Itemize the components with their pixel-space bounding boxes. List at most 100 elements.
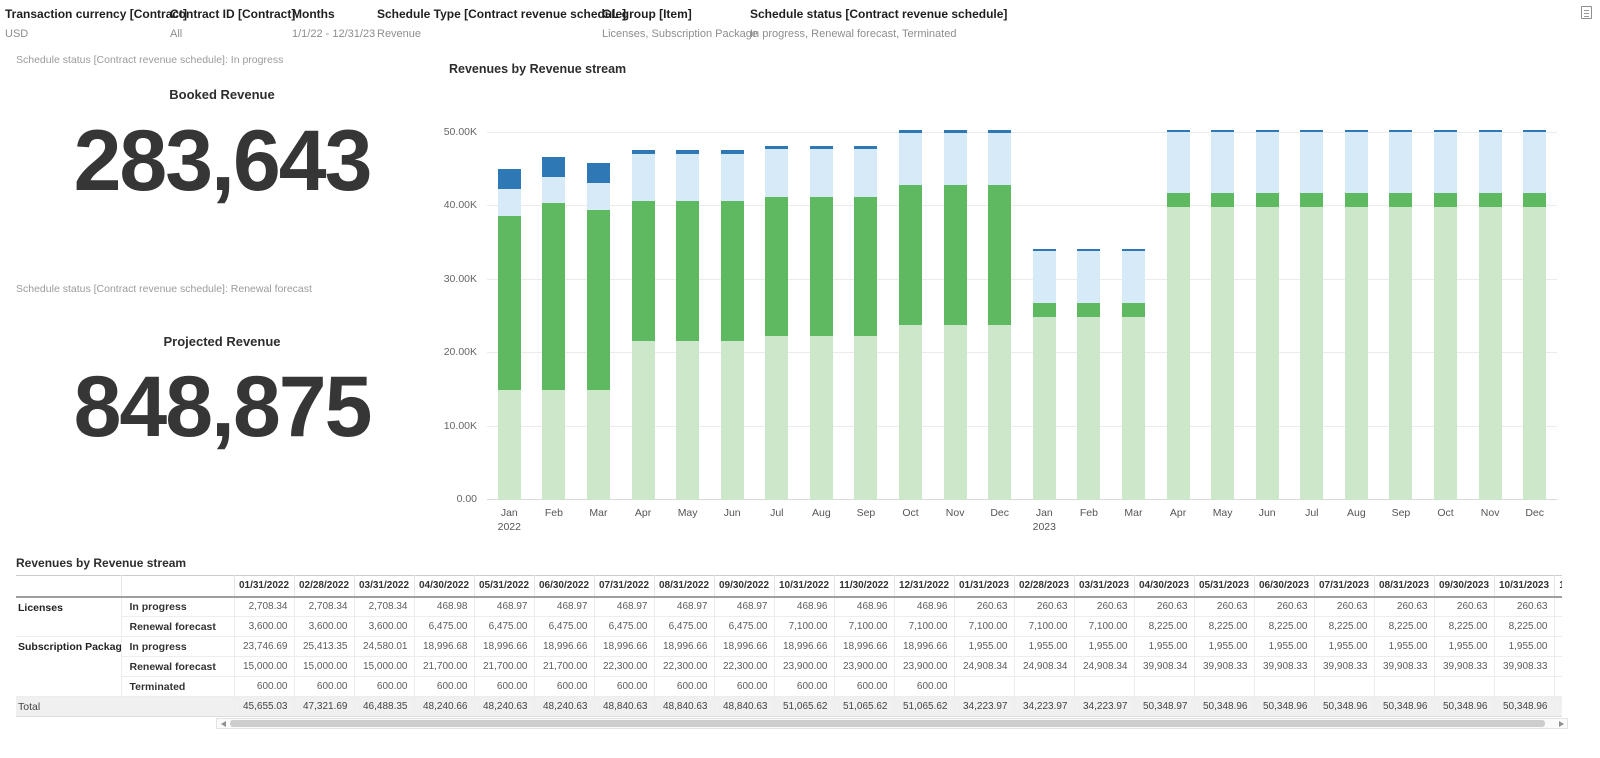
column-header[interactable]: 02/28/2022 — [294, 575, 355, 598]
bar-11-dec[interactable] — [988, 129, 1012, 500]
bar-segment[interactable] — [1032, 317, 1056, 500]
bar-segment[interactable] — [542, 203, 566, 390]
column-header[interactable]: 03/31/2023 — [1074, 575, 1135, 598]
filter-transaction-currency[interactable]: Transaction currency [Contract] USD — [5, 7, 187, 40]
bar-segment[interactable] — [988, 133, 1012, 186]
column-header[interactable]: 07/31/2023 — [1314, 575, 1375, 598]
column-header[interactable]: 05/31/2022 — [474, 575, 535, 598]
bar-segment[interactable] — [1121, 250, 1145, 303]
bar-segment[interactable] — [1032, 250, 1056, 303]
horizontal-scrollbar[interactable] — [216, 718, 1568, 729]
column-header[interactable]: 06/30/2022 — [534, 575, 595, 598]
bar-segment[interactable] — [1478, 207, 1502, 500]
bar-segment[interactable] — [1211, 207, 1235, 500]
bar-5-jun[interactable] — [720, 150, 744, 500]
bar-segment[interactable] — [1389, 132, 1413, 193]
column-header[interactable]: 03/31/2022 — [354, 575, 415, 598]
bar-segment[interactable] — [1344, 132, 1368, 193]
bar-segment[interactable] — [988, 185, 1012, 325]
column-header[interactable]: 11/30/2022 — [834, 575, 895, 598]
column-header[interactable]: 10/31/2023 — [1494, 575, 1555, 598]
bar-1-feb[interactable] — [542, 157, 566, 500]
bar-segment[interactable] — [1077, 250, 1101, 303]
bar-segment[interactable] — [720, 153, 744, 202]
column-header[interactable]: 05/31/2023 — [1194, 575, 1255, 598]
bar-segment[interactable] — [497, 169, 521, 190]
bar-21-oct[interactable] — [1434, 130, 1458, 500]
filter-gl-group[interactable]: GL group [Item] Licenses, Subscription Pa… — [602, 7, 758, 40]
bar-segment[interactable] — [1166, 192, 1190, 208]
bar-segment[interactable] — [1523, 192, 1547, 208]
bar-segment[interactable] — [1211, 132, 1235, 193]
bar-12-jan-2023[interactable] — [1032, 248, 1056, 500]
bar-segment[interactable] — [899, 324, 923, 500]
bar-segment[interactable] — [1121, 317, 1145, 500]
bar-segment[interactable] — [1032, 302, 1056, 318]
bar-segment[interactable] — [1523, 132, 1547, 193]
bar-15-apr[interactable] — [1166, 130, 1190, 500]
bar-segment[interactable] — [1255, 192, 1279, 208]
bar-segment[interactable] — [631, 340, 655, 500]
bar-segment[interactable] — [1344, 192, 1368, 208]
bar-segment[interactable] — [1077, 317, 1101, 500]
bar-segment[interactable] — [1434, 207, 1458, 500]
bar-segment[interactable] — [854, 336, 878, 500]
bar-segment[interactable] — [1300, 207, 1324, 500]
export-icon[interactable] — [1577, 3, 1595, 21]
bar-segment[interactable] — [988, 324, 1012, 500]
bar-13-feb[interactable] — [1077, 248, 1101, 500]
bar-segment[interactable] — [1389, 192, 1413, 208]
bar-segment[interactable] — [899, 133, 923, 186]
bar-16-may[interactable] — [1211, 130, 1235, 500]
filter-months[interactable]: Months 1/1/22 - 12/31/23 — [292, 7, 377, 40]
bar-segment[interactable] — [497, 189, 521, 216]
bar-10-nov[interactable] — [943, 129, 967, 500]
column-header[interactable]: 09/30/2022 — [714, 575, 775, 598]
filter-schedule-type[interactable]: Schedule Type [Contract revenue schedule… — [377, 7, 626, 40]
scroll-right-arrow[interactable] — [1555, 719, 1567, 728]
bar-segment[interactable] — [586, 389, 610, 500]
bar-9-oct[interactable] — [899, 129, 923, 500]
bar-17-jun[interactable] — [1255, 130, 1279, 500]
bar-segment[interactable] — [765, 196, 789, 337]
filter-contract-id[interactable]: Contract ID [Contract] All — [170, 7, 295, 40]
scroll-thumb[interactable] — [230, 720, 1545, 727]
bar-segment[interactable] — [1211, 192, 1235, 208]
bar-19-aug[interactable] — [1344, 130, 1368, 500]
column-header[interactable]: 07/31/2022 — [594, 575, 655, 598]
column-header[interactable]: 01/31/2023 — [954, 575, 1015, 598]
bar-23-dec[interactable] — [1523, 130, 1547, 500]
bar-segment[interactable] — [676, 340, 700, 500]
bar-segment[interactable] — [1255, 207, 1279, 500]
bar-segment[interactable] — [497, 215, 521, 390]
bar-segment[interactable] — [1434, 132, 1458, 193]
column-header[interactable]: 08/31/2022 — [654, 575, 715, 598]
bar-segment[interactable] — [854, 149, 878, 197]
bar-segment[interactable] — [1478, 132, 1502, 193]
bar-segment[interactable] — [676, 153, 700, 202]
bar-7-aug[interactable] — [809, 145, 833, 500]
bar-segment[interactable] — [1523, 207, 1547, 500]
bar-segment[interactable] — [1121, 302, 1145, 318]
bar-segment[interactable] — [1434, 192, 1458, 208]
bar-segment[interactable] — [542, 176, 566, 204]
bar-segment[interactable] — [899, 185, 923, 325]
bar-segment[interactable] — [1389, 207, 1413, 500]
bar-2-mar[interactable] — [586, 163, 610, 500]
column-header[interactable]: 01/31/2022 — [234, 575, 295, 598]
bar-segment[interactable] — [1344, 207, 1368, 500]
bar-22-nov[interactable] — [1478, 130, 1502, 500]
column-header[interactable]: 06/30/2023 — [1254, 575, 1315, 598]
bar-segment[interactable] — [631, 201, 655, 341]
bar-segment[interactable] — [586, 183, 610, 210]
bar-segment[interactable] — [720, 340, 744, 500]
bar-segment[interactable] — [943, 133, 967, 186]
bar-segment[interactable] — [809, 336, 833, 500]
bar-segment[interactable] — [1300, 132, 1324, 193]
bar-segment[interactable] — [586, 163, 610, 184]
column-header[interactable]: 09/30/2023 — [1434, 575, 1495, 598]
scroll-left-arrow[interactable] — [217, 719, 229, 728]
bar-segment[interactable] — [720, 201, 744, 341]
bar-segment[interactable] — [765, 336, 789, 500]
column-header[interactable]: 04/30/2022 — [414, 575, 475, 598]
